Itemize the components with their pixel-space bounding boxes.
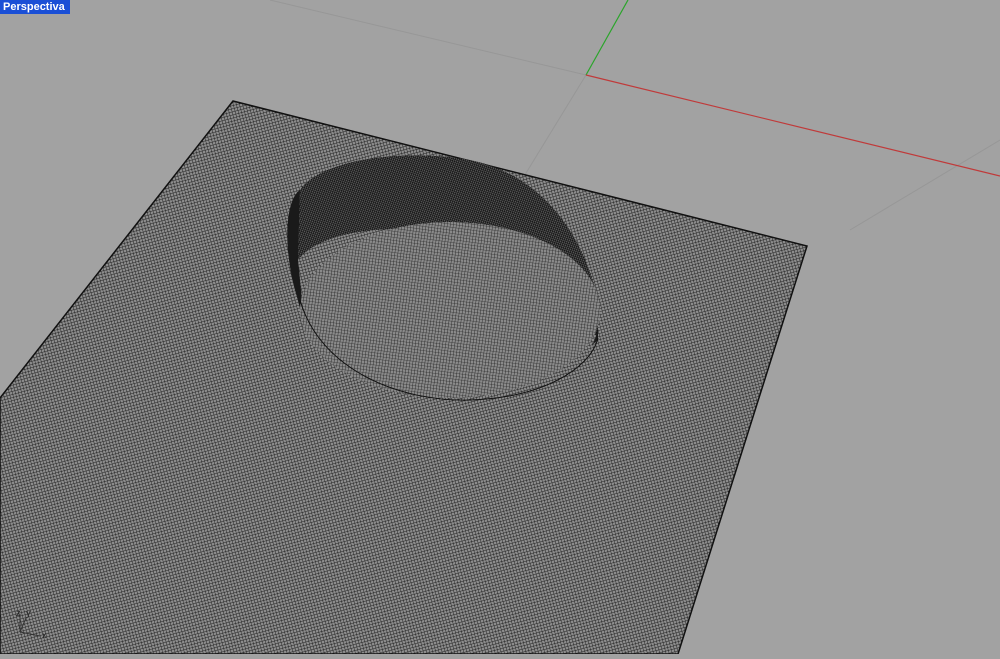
x-axis-line — [585, 74, 1000, 177]
perspective-viewport[interactable]: Perspectiva y z x — [0, 0, 1000, 655]
gizmo-x-label: x — [42, 630, 47, 640]
viewport-title-tab[interactable]: Perspectiva — [0, 0, 70, 14]
y-axis-line — [585, 0, 629, 76]
viewport-canvas[interactable] — [0, 0, 1000, 655]
axis-gizmo: y z x — [12, 606, 52, 642]
mesh-surface[interactable] — [0, 100, 808, 655]
gizmo-z-label: z — [16, 608, 21, 618]
gizmo-y-label: y — [26, 608, 31, 618]
mesh-depression-floor — [300, 222, 600, 398]
